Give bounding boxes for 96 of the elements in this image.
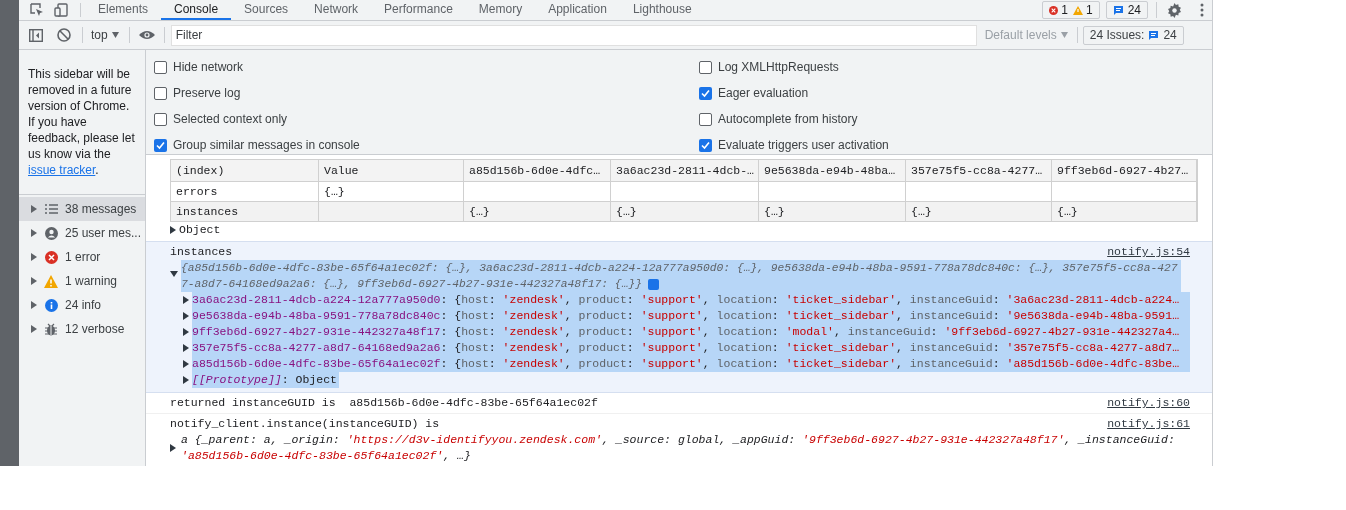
column-header[interactable]: a85d156b-6d0e-4dfc… [464,160,611,181]
tab[interactable]: Memory [465,0,536,20]
sidebar-item[interactable]: 1 error [19,245,145,269]
more-menu-icon[interactable] [1200,3,1204,17]
table-cell: errors [171,181,319,201]
expand-arrow-icon [170,226,176,234]
expand-arrow-icon [31,325,37,333]
checkbox-label: Group similar messages in console [173,137,360,154]
column-header[interactable]: Value [319,160,464,181]
tab[interactable]: Application [535,0,620,20]
sidebar-item[interactable]: 25 user mes... [19,221,145,245]
message-text: notify_client.instance(instanceGUID) is [170,416,440,432]
object-entry[interactable]: 9e5638da-e94b-48ba-9591-778a78dc840c: {host: 'zendesk', product: 'support', location: 'ticket_sidebar', instanceGuid: '9e5638da-e94b-48ba-9591… [192,308,1190,324]
source-link[interactable]: notify.js:60 [1107,395,1190,411]
tab[interactable]: Performance [371,0,466,20]
source-link[interactable]: notify.js:61 [1107,416,1190,432]
column-header[interactable]: (index) [171,160,319,181]
tab[interactable]: Lighthouse [619,0,705,20]
list-icon [44,204,58,214]
sidebar-item[interactable]: 12 verbose [19,317,145,341]
issues-count: 24 [1127,2,1141,19]
warning-count: 1 [1085,2,1093,19]
expand-arrow-icon [31,253,37,261]
object-entry[interactable]: 9ff3eb6d-6927-4b27-931e-442327a48f17: {host: 'zendesk', product: 'support', location: 'modal', instanceGuid: '9ff3eb6d-6927-4b27-931e-442327a4… [192,324,1190,340]
message-icon [1148,29,1160,41]
message-icon [1112,4,1124,16]
issue-tracker-link[interactable]: issue tracker [28,163,96,177]
tab[interactable]: Sources [231,0,302,20]
object-preview[interactable]: a {_parent: a, _origin: 'https://d3v-identifyyou.zendesk.com', _source: global, _appGuid: '9ff3eb6d-6927-4b27-931e-442327a48f17', _instanceGuid: 'a85d156b-6d0e-4dfc-83be-65f64a1ec02f', …} [181,432,1190,464]
sidebar-toggle-icon[interactable] [29,28,43,42]
counters-button[interactable]: 1 1 [1042,1,1100,19]
bug-icon [45,322,57,336]
table-cell: {…} [611,201,759,221]
checkbox[interactable] [154,60,167,74]
prototype-entry[interactable]: [[Prototype]]: Object [192,372,339,388]
checkbox-label: Autocomplete from history [718,111,858,128]
column-header[interactable]: 9e5638da-e94b-48ba… [759,160,906,181]
object-entry[interactable]: 357e75f5-cc8a-4277-a8d7-64168ed9a2a6: {host: 'zendesk', product: 'support', location: 'ticket_sidebar', instanceGuid: '357e75f5-cc8a-4277-a8d7… [192,340,1190,356]
expand-arrow-icon [31,277,37,285]
eye-icon[interactable] [138,30,155,40]
message-text: instances [170,244,233,260]
message-text: returned instanceGUID is a85d156b-6d0e-4dfc-83be-65f64a1ec02f [170,395,598,411]
checkbox-label: Hide network [173,59,244,76]
inspect-icon[interactable] [30,3,44,17]
filter-field[interactable]: Filter [170,24,977,46]
expand-arrow-icon [31,205,37,213]
checkbox[interactable] [154,86,167,100]
object-entry[interactable]: 3a6ac23d-2811-4dcb-a224-12a777a950d0: {host: 'zendesk', product: 'support', location: 'ticket_sidebar', instanceGuid: '3a6ac23d-2811-4dcb-a224… [192,292,1190,308]
settings-icon[interactable] [1167,2,1182,18]
expand-arrow-icon [170,444,176,452]
checkbox-label: Selected context only [173,111,288,128]
dropdown-caret-icon [1060,32,1068,38]
info-badge-icon [648,278,659,290]
sidebar-item[interactable]: 24 info [19,293,145,317]
warning-icon [44,274,58,288]
checkbox[interactable] [699,112,712,126]
expand-arrow-icon [31,229,37,237]
checkbox[interactable] [699,86,712,100]
column-header[interactable]: 357e75f5-cc8a-4277… [906,160,1052,181]
error-icon [1049,5,1059,15]
table-cell: instances [171,201,319,221]
checkbox-label: Log XMLHttpRequests [718,59,839,76]
warning-icon [1072,5,1083,15]
column-header[interactable]: 3a6ac23d-2811-4dcb-… [611,160,759,181]
checkbox-label: Preserve log [173,85,241,102]
table-cell: {…} [464,201,611,221]
checkbox[interactable] [699,138,712,152]
issues-button[interactable]: 24 Issues: 24 [1082,25,1184,45]
source-link[interactable]: notify.js:54 [1107,244,1190,260]
info-icon [44,298,58,312]
user-icon [44,226,58,240]
device-icon[interactable] [54,3,68,17]
sidebar-item[interactable]: 38 messages [19,197,145,221]
object-entry[interactable]: a85d156b-6d0e-4dfc-83be-65f64a1ec02f: {host: 'zendesk', product: 'support', location: 'ticket_sidebar', instanceGuid: 'a85d156b-6d0e-4dfc-83be… [192,356,1190,372]
clear-icon[interactable] [57,28,71,42]
sidebar-item[interactable]: 1 warning [19,269,145,293]
checkbox[interactable] [154,112,167,126]
table-cell: {…} [906,201,1052,221]
tab[interactable]: Network [301,0,372,20]
dropdown-caret-icon [111,32,119,38]
table-cell: {…} [759,201,906,221]
checkbox-label: Evaluate triggers user activation [718,137,889,154]
expand-arrow-icon [31,301,37,309]
issues-counter-button[interactable]: 24 [1105,1,1148,19]
checkbox[interactable] [699,60,712,74]
sidebar-note: This sidebar will be removed in a future version of Chrome. If you have feedback, please let us know via the issue tracker. [27,66,136,178]
checkbox-label: Eager evaluation [718,85,809,102]
tab[interactable]: Elements [85,0,162,20]
error-icon [44,250,58,264]
table-cell: {…} [1052,201,1197,221]
context-dropdown[interactable]: top [91,26,119,44]
table-cell: {…} [319,181,464,201]
column-header[interactable]: 9ff3eb6d-6927-4b27… [1052,160,1197,181]
object-label[interactable]: Object [179,222,221,238]
checkbox[interactable] [154,138,167,152]
error-count: 1 [1061,2,1068,19]
